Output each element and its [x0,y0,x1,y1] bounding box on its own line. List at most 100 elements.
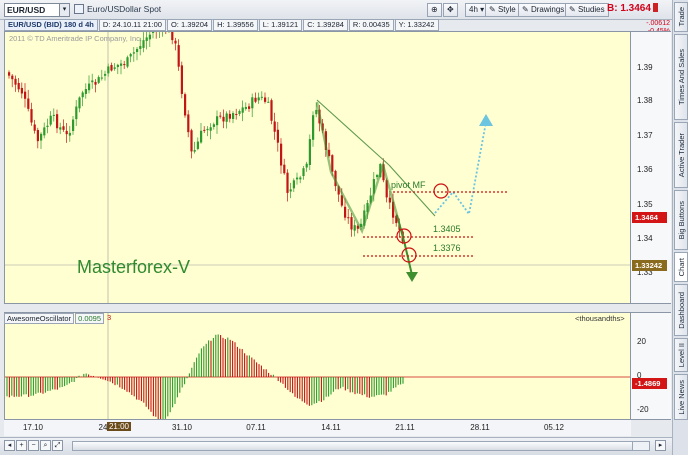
studies-button[interactable]: ✎ Studies [565,3,609,17]
candle-body [171,32,174,41]
candle-body [308,139,311,165]
zoom-in-icon[interactable]: + [16,440,27,451]
candle-body [206,128,209,131]
time-axis[interactable]: 17.10 24 21:00 31.10 07.11 14.11 21.11 2… [4,420,631,436]
zoom-fit-icon[interactable]: ⌕ [40,440,51,451]
scrollbar-thumb[interactable] [73,442,633,450]
pan-icon[interactable]: ✥ [443,3,458,17]
x-tick-label: 14.11 [321,423,341,432]
candle-body [46,125,49,127]
tab-live-news[interactable]: Live News [674,374,688,420]
price-flag-icon [652,3,658,12]
candle-body [260,96,263,98]
candle-body [209,127,212,131]
candle-body [27,98,30,109]
tab-active-trader[interactable]: Active Trader [674,122,688,188]
zoom-out-icon[interactable]: − [28,440,39,451]
candle-body [91,80,94,83]
candle-body [225,113,228,122]
bar-range: R: 0.00435 [348,19,394,31]
oscillator-panel[interactable] [4,312,631,420]
bar-low: L: 1.39121 [258,19,303,31]
candle-body [212,124,215,127]
candle-body [299,177,302,180]
symbol-input[interactable]: EUR/USD [4,3,60,17]
candle-body [267,101,270,103]
candle-body [36,130,39,142]
candle-body [116,64,119,68]
candle-body [30,109,33,123]
top-toolbar: EUR/USD ▾ Euro/USDollar Spot ⊕ ✥ 4h ▾ ✎ … [0,0,672,20]
tab-level-ii[interactable]: Level II [674,338,688,372]
candle-body [353,225,356,231]
candle-body [40,133,43,141]
y-tick-label: 1.37 [637,131,653,140]
candle-body [273,121,276,132]
level1-label: 1.3405 [433,224,461,234]
symbol-dropdown-icon[interactable]: ▾ [60,3,70,17]
wave-path [315,101,399,235]
tab-times-and-sales[interactable]: Times And Sales [674,34,688,120]
candle-body [203,129,206,131]
price-chart-panel[interactable]: 2011 © TD Ameritrade IP Company, Inc. pi… [4,31,631,304]
candle-body [283,164,286,174]
candle-body [254,97,257,102]
price-axis[interactable]: 1.39 1.38 1.37 1.36 1.35 1.34 1.33 1.346… [631,31,671,304]
candle-body [88,83,91,91]
candle-body [123,64,126,66]
tab-big-buttons[interactable]: Big Buttons [674,190,688,250]
x-tick-label: 28.11 [470,423,490,432]
x-tick-label: 07.11 [246,423,266,432]
level2-label: 1.3376 [433,243,461,253]
reset-zoom-icon[interactable]: ⤢ [52,440,63,451]
candle-body [139,46,142,49]
time-scrollbar[interactable] [72,441,650,451]
pivot-label: pivot MF [391,180,426,190]
oscillator-header: AwesomeOscillator 0.0095 3 [4,313,114,324]
bar-date: D: 24.10.11 21:00 [98,19,166,31]
candle-body [248,106,251,109]
candle-body [315,109,318,115]
candle-body [244,106,247,109]
candle-body [24,91,27,99]
pan-left-icon[interactable]: ◂ [4,440,15,451]
candle-body [17,82,20,90]
x-tick-label: 05.12 [543,423,565,432]
candle-body [148,34,151,40]
oscillator-value: 0.0095 [75,313,105,324]
chart-window: EUR/USD ▾ Euro/USDollar Spot ⊕ ✥ 4h ▾ ✎ … [0,0,688,455]
tab-dashboard[interactable]: Dashboard [674,284,688,336]
down-arrow-icon [406,272,418,282]
y-tick-label: 1.38 [637,96,653,105]
candle-body [292,180,295,189]
candle-body [388,197,391,203]
oscillator-name[interactable]: AwesomeOscillator [4,313,75,324]
candle-body [110,64,113,71]
candle-body [72,119,75,131]
x-tick-label: 21.11 [395,423,415,432]
candle-body [347,217,350,219]
settings-icon[interactable]: ▸ [655,440,666,451]
candle-body [270,100,273,121]
up-arrow-icon [479,114,493,126]
candle-body [222,116,225,122]
candle-body [340,195,343,206]
candle-body [180,65,183,94]
candle-body [132,52,135,54]
candle-body [344,206,347,218]
candle-body [190,130,193,152]
candle-body [235,114,238,116]
tab-trade[interactable]: Trade [674,2,688,32]
series-title[interactable]: EUR/USD (BID) 180 d 4h [4,19,98,31]
crosshair-icon[interactable]: ⊕ [427,3,442,17]
instrument-icon [74,4,84,14]
tab-chart[interactable]: Chart [674,252,688,282]
candle-body [232,113,235,119]
candle-body [43,127,46,136]
candle-body [11,75,14,80]
drawings-button[interactable]: ✎ Drawings [518,3,569,17]
price-chart-svg: pivot MF 1.3405 1.3376 Masterforex-V [5,32,630,303]
candle-body [81,92,84,98]
candle-body [49,115,52,125]
style-button[interactable]: ✎ Style [485,3,520,17]
